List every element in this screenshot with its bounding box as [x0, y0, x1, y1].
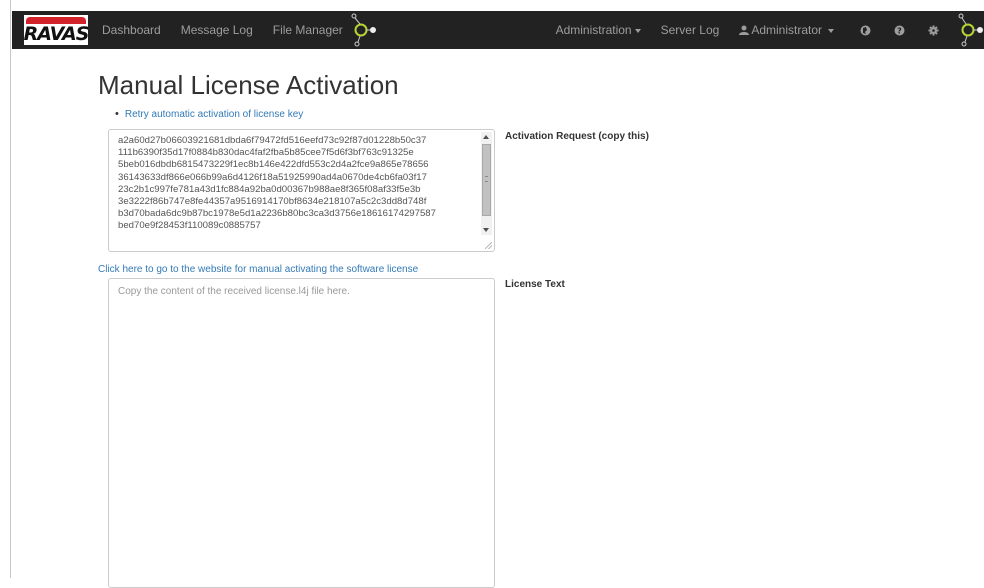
- ravas-logo[interactable]: RAVAS: [24, 15, 88, 45]
- scroll-grip-icon: [485, 176, 488, 182]
- action-list: Retry automatic activation of license ke…: [115, 108, 303, 120]
- help-icon[interactable]: ?: [888, 19, 910, 41]
- scroll-down-arrow-icon[interactable]: [483, 228, 489, 232]
- request-line: 23c2b1c997fe781a43d1fc884a92ba0d00367b98…: [118, 183, 421, 195]
- navbar-right: Administration Server Log Administrator …: [556, 11, 984, 49]
- request-line: a2a60d27b06603921681dbda6f79472fd516eefd…: [118, 135, 427, 146]
- gear-icon[interactable]: [922, 19, 944, 41]
- svg-text:?: ?: [897, 26, 902, 35]
- request-line: bed70e9f28453f110089c0885757: [118, 220, 261, 232]
- logo-red-bar: [26, 17, 86, 24]
- license-text-input[interactable]: [108, 278, 495, 588]
- nav-server-log[interactable]: Server Log: [661, 23, 720, 37]
- license-text-label: License Text: [505, 279, 565, 290]
- nav-dashboard[interactable]: Dashboard: [102, 23, 161, 37]
- activation-request-label: Activation Request (copy this): [505, 131, 649, 142]
- request-line: 36143633df866e066b99a6d4126f18a51925990a…: [118, 171, 427, 183]
- logo-text: RAVAS: [24, 23, 88, 45]
- chevron-down-icon: [828, 28, 834, 33]
- nav-administration[interactable]: Administration: [556, 23, 641, 37]
- request-line: b3d70bada6dc9b87bc1978e5d1a2236b80bc3ca3…: [118, 208, 436, 220]
- request-line: 3e3222f86b747e8fe44357a9516914170bf8634e…: [118, 196, 427, 208]
- globe-icon[interactable]: [854, 19, 876, 41]
- resize-handle-icon[interactable]: [485, 242, 492, 249]
- top-navbar: RAVAS Dashboard Message Log File Manager…: [12, 11, 984, 49]
- nav-administration-label: Administration: [555, 23, 632, 37]
- scroll-up-arrow-icon[interactable]: [483, 135, 489, 139]
- user-name: Administrator: [751, 23, 822, 37]
- chevron-down-icon: [634, 28, 641, 33]
- scroll-thumb[interactable]: [482, 144, 491, 216]
- user-icon: [739, 25, 750, 35]
- request-scrollbar[interactable]: [481, 132, 492, 235]
- left-window-edge: [0, 0, 11, 578]
- manual-activation-link[interactable]: Click here to go to the website for manu…: [98, 264, 418, 275]
- request-line: 111b6390f35d17f0884b830dac4faf2fba5b85ce…: [118, 147, 414, 159]
- network-nodes-icon[interactable]: [956, 11, 984, 49]
- request-line: 5beb016dbdb6815473229f1ec8b146e422dfd553…: [118, 159, 429, 171]
- network-nodes-icon[interactable]: [349, 11, 379, 49]
- page-title: Manual License Activation: [98, 70, 399, 100]
- nav-file-manager[interactable]: File Manager: [273, 23, 343, 37]
- nav-message-log[interactable]: Message Log: [181, 23, 253, 37]
- retry-activation-link[interactable]: Retry automatic activation of license ke…: [115, 108, 303, 120]
- activation-request-textarea[interactable]: a2a60d27b06603921681dbda6f79472fd516eefd…: [108, 129, 495, 252]
- nav-user-menu[interactable]: Administrator: [739, 23, 834, 37]
